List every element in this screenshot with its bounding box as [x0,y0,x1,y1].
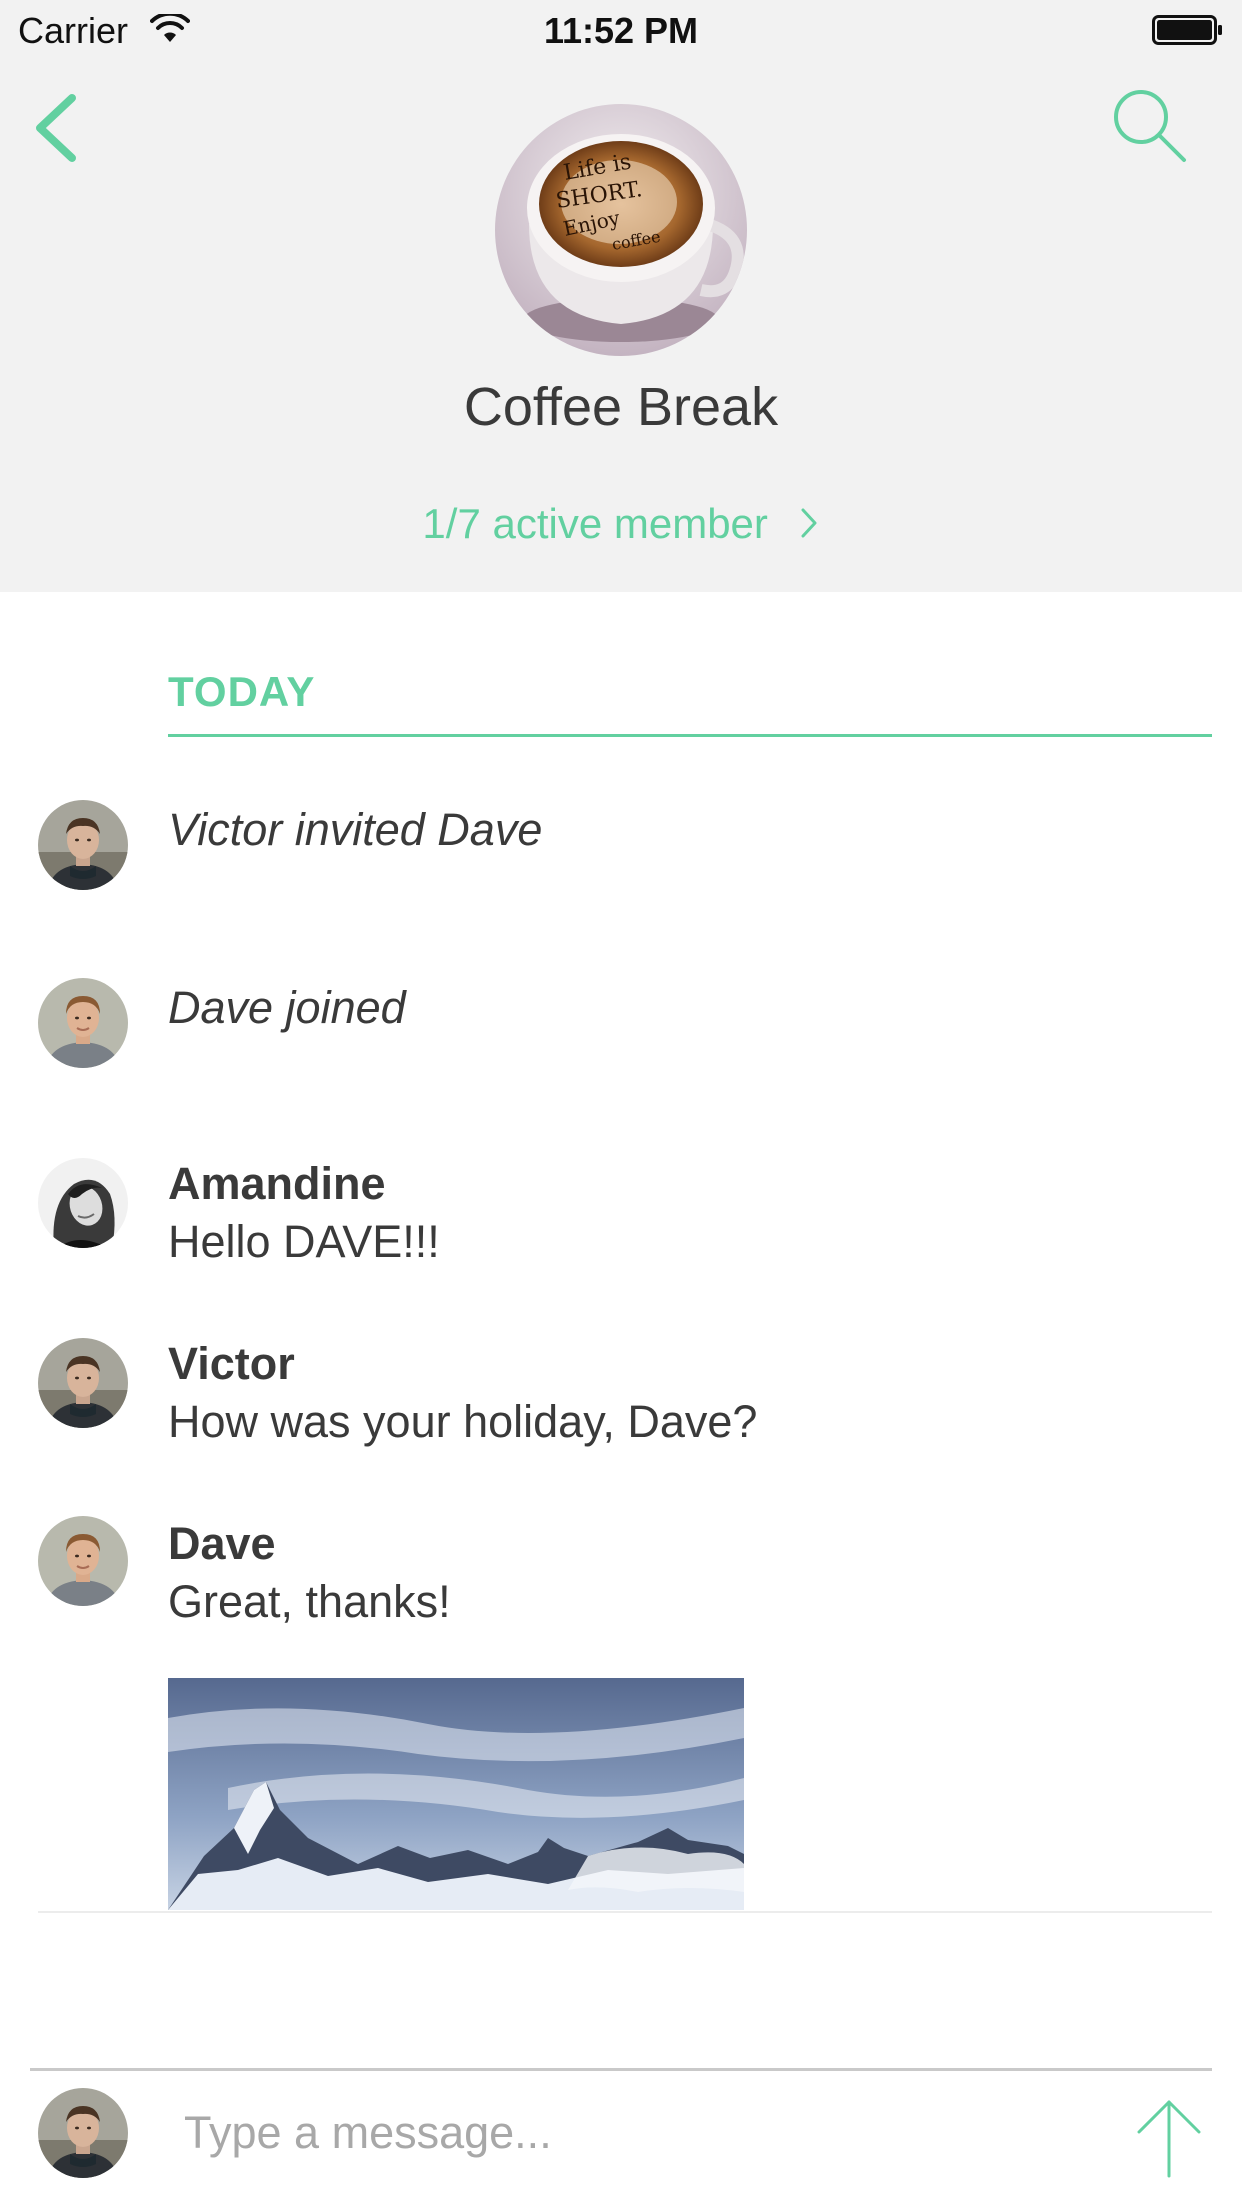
active-members-label: 1/7 active member [422,500,768,547]
dave-avatar-image [38,978,128,1068]
day-separator-label: TODAY [168,668,316,715]
arrow-up-icon[interactable] [1134,2096,1204,2178]
event-text: Victor invited Dave [168,804,543,855]
victor-avatar-image [38,1338,128,1428]
avatar[interactable] [38,800,128,890]
active-members-link[interactable]: 1/7 active member [0,500,1242,548]
message-sender: Victor [168,1338,295,1389]
message-text: How was your holiday, Dave? [168,1396,758,1447]
victor-avatar-image [38,800,128,890]
image-attachment[interactable] [168,1678,744,1910]
victor-avatar-image [38,2088,128,2178]
event-text: Dave joined [168,982,406,1033]
dave-avatar-image [38,1516,128,1606]
coffee-cup-image: Life is SHORT. Enjoy coffee [495,104,747,356]
group-name: Coffee Break [463,377,779,437]
message-input[interactable] [170,2096,1098,2170]
status-time: 11:52 PM [543,10,699,51]
mountain-photo [168,1678,744,1910]
day-separator-rule [168,734,1212,737]
avatar[interactable] [38,978,128,1068]
amandine-avatar-image [38,1158,128,1248]
avatar[interactable] [38,1158,128,1248]
message-sender: Amandine [168,1158,386,1209]
avatar[interactable] [38,1516,128,1606]
battery-icon [1152,15,1222,45]
chevron-left-icon[interactable] [26,90,86,166]
message-text: Great, thanks! [168,1576,451,1627]
search-icon[interactable] [1110,86,1188,164]
chevron-right-icon [801,508,817,538]
chat-screen: Carrier 11:52 PM Life is SHORT. Enjoy co… [0,0,1242,2208]
current-user-avatar[interactable] [38,2088,128,2178]
message-list-divider [38,1911,1212,1913]
message-text: Hello DAVE!!! [168,1216,440,1267]
avatar[interactable] [38,1338,128,1428]
group-avatar[interactable]: Life is SHORT. Enjoy coffee [495,104,747,356]
status-bar: Carrier 11:52 PM [0,0,1242,62]
message-sender: Dave [168,1518,276,1569]
room-header: Carrier 11:52 PM Life is SHORT. Enjoy co… [0,0,1242,592]
composer-divider [30,2068,1212,2071]
